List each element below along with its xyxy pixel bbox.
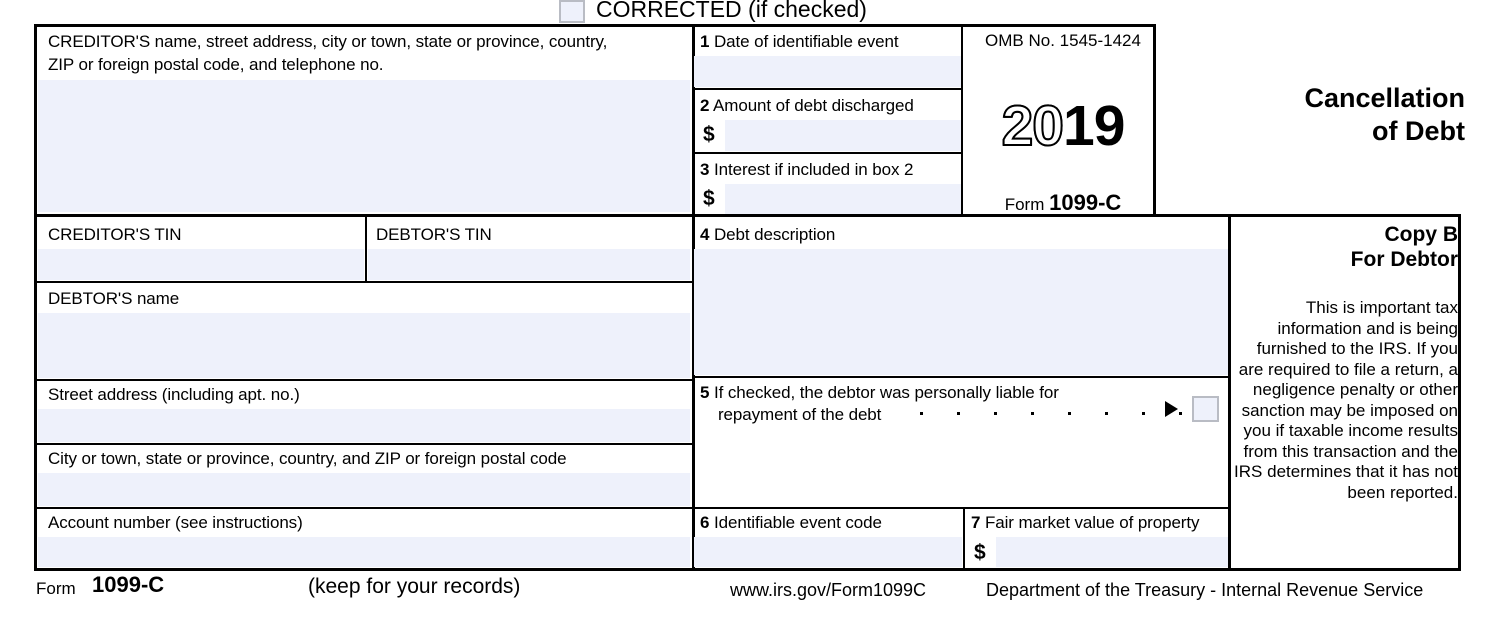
rule-form-bottom [34, 568, 1461, 571]
rule-box6-box7-divider [963, 507, 965, 569]
rule-tin-divider [365, 216, 367, 282]
corrected-label: CORRECTED (if checked) [596, 0, 867, 22]
box5-leader-dots [920, 404, 1182, 422]
rule-under-box2 [692, 152, 963, 154]
box2-label-text: Amount of debt discharged [713, 96, 914, 115]
leader-dot [994, 411, 997, 415]
leader-dot [957, 411, 960, 415]
rule-copyb-divider [1228, 214, 1231, 571]
footer-form-number: 1099-C [92, 572, 165, 597]
copy-b-heading-line1: Copy B [1384, 223, 1459, 246]
box6-label-text: Identifiable event code [713, 513, 882, 532]
leader-dot [1179, 411, 1182, 415]
box7-label: 7 Fair market value of property [971, 512, 1200, 533]
leader-dot [1142, 411, 1145, 415]
creditor-label-line2: ZIP or foreign postal code, and telephon… [48, 55, 384, 74]
omb-number: OMB No. 1545-1424 [985, 31, 1141, 50]
box5-label-line1: 5 If checked, the debtor was personally … [700, 382, 1059, 403]
rule-under-tin-row [34, 281, 692, 283]
rule-under-city [34, 507, 692, 509]
corrected-header-row: CORRECTED (if checked) [0, 0, 1486, 24]
debtor-name-input[interactable] [38, 313, 690, 378]
tax-year: 2019 [978, 97, 1148, 156]
box3-label: 3 Interest if included in box 2 [700, 159, 913, 180]
box2-input[interactable] [725, 120, 961, 151]
debtor-tin-label: DEBTOR'S TIN [376, 225, 492, 244]
creditor-address-input[interactable] [38, 80, 690, 212]
rule-above-box6 [692, 507, 1230, 509]
form-number-top-prefix: Form [1004, 195, 1045, 214]
box7-input[interactable] [996, 537, 1228, 567]
footer-department: Department of the Treasury - Internal Re… [986, 580, 1424, 600]
rule-omb-divider [961, 24, 963, 216]
debtor-street-label: Street address (including apt. no.) [48, 385, 300, 404]
copy-b-notice-text: This is important tax information and is… [1234, 298, 1458, 502]
rule-under-street [34, 443, 692, 445]
box7-currency-symbol: $ [974, 541, 986, 564]
account-number-input[interactable] [38, 537, 690, 567]
rule-under-top-block-right [1230, 214, 1461, 217]
debtor-street-input[interactable] [38, 409, 690, 442]
debtor-city-label: City or town, state or province, country… [48, 449, 567, 468]
copy-b-heading: Copy B For Debtor [1240, 222, 1458, 272]
box1-input[interactable] [694, 56, 961, 87]
creditor-label-line1: CREDITOR'S name, street address, city or… [48, 32, 608, 51]
footer-irs-url[interactable]: www.irs.gov/Form1099C [730, 579, 926, 601]
box4-label: 4 Debt description [700, 224, 835, 245]
account-number-label: Account number (see instructions) [48, 513, 303, 532]
box1-label-text: Date of identifiable event [713, 32, 899, 51]
tax-year-prefix: 20 [1001, 94, 1065, 158]
page-title-line1: Cancellation [1304, 83, 1465, 113]
box2-currency-symbol: $ [703, 123, 715, 146]
rule-under-debtor-name [34, 379, 692, 381]
form-1099c: CORRECTED (if checked) CREDITOR'S name, … [0, 0, 1486, 634]
form-number-top: Form 1099-C [978, 190, 1148, 216]
corrected-checkbox[interactable] [559, 0, 585, 23]
box6-input[interactable] [694, 537, 962, 567]
right-triangle-icon [1165, 401, 1178, 417]
form-number-top-value: 1099-C [1049, 190, 1122, 215]
box4-input[interactable] [694, 249, 1228, 375]
box3-input[interactable] [725, 184, 961, 214]
rule-right-outer [1458, 214, 1461, 571]
box5-label-line2: repayment of the debt [718, 405, 882, 424]
page-title-line2: of Debt [1372, 116, 1465, 146]
rule-top-right-edge [1153, 24, 1156, 216]
box7-label-text: Fair market value of property [984, 513, 1200, 532]
debtor-city-input[interactable] [38, 473, 690, 506]
box4-number: 4 [700, 225, 710, 244]
box5-number: 5 [700, 383, 710, 402]
footer-form-label: Form [36, 579, 76, 598]
rule-between-box4-box5 [692, 376, 1230, 378]
creditor-tin-label: CREDITOR'S TIN [48, 225, 182, 244]
creditor-tin-input[interactable] [38, 249, 364, 280]
box6-number: 6 [700, 513, 710, 532]
box3-number: 3 [700, 160, 710, 179]
box5-label-text1: If checked, the debtor was personally li… [713, 383, 1059, 402]
copy-b-heading-line2: For Debtor [1350, 248, 1458, 271]
leader-dot [1068, 411, 1071, 415]
box3-currency-symbol: $ [703, 187, 715, 210]
box1-number: 1 [700, 32, 710, 51]
rule-under-box1 [692, 88, 963, 90]
box2-label: 2 Amount of debt discharged [700, 95, 914, 116]
tax-year-suffix: 19 [1063, 94, 1125, 158]
box7-number: 7 [971, 513, 981, 532]
leader-dot [920, 411, 923, 415]
box5-checkbox[interactable] [1192, 396, 1219, 422]
leader-dot [1105, 411, 1108, 415]
box6-label: 6 Identifiable event code [700, 512, 882, 533]
page-title: Cancellation of Debt [1175, 82, 1465, 148]
debtor-name-label: DEBTOR'S name [48, 289, 180, 308]
leader-dot [1031, 411, 1034, 415]
box2-number: 2 [700, 96, 710, 115]
rule-top-main [34, 24, 1156, 27]
debtor-tin-input[interactable] [368, 249, 690, 280]
box4-label-text: Debt description [713, 225, 836, 244]
rule-left-outer [34, 24, 37, 571]
box1-label: 1 Date of identifiable event [700, 31, 899, 52]
box3-label-text: Interest if included in box 2 [713, 160, 914, 179]
footer-keep-note: (keep for your records) [308, 575, 521, 598]
